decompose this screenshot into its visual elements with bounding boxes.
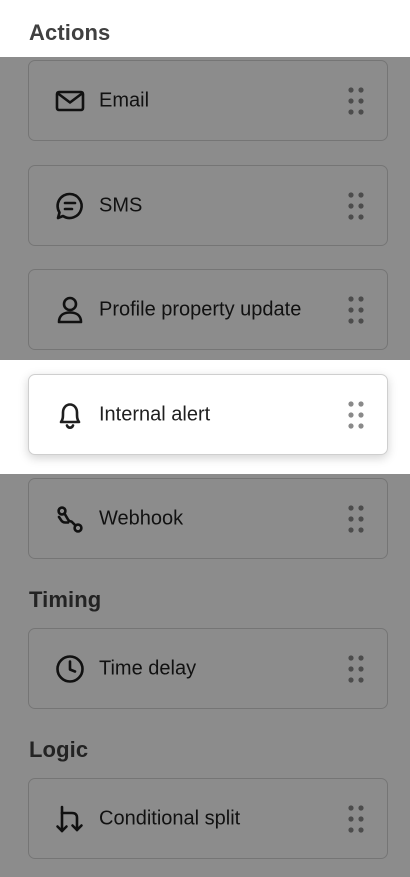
drag-handle-icon[interactable] <box>345 294 367 326</box>
action-item-sms[interactable]: SMS <box>28 165 388 246</box>
drag-handle-icon[interactable] <box>345 803 367 835</box>
drag-handle-icon[interactable] <box>345 190 367 222</box>
section-heading-logic: Logic <box>29 737 89 762</box>
action-item-label: Email <box>99 89 150 111</box>
action-item-label: Profile property update <box>99 298 302 320</box>
drag-handle-icon[interactable] <box>345 503 367 535</box>
logic-item-conditional-split[interactable]: Conditional split <box>28 778 388 859</box>
action-item-internal-alert[interactable]: Internal alert <box>28 374 388 455</box>
timing-item-time-delay[interactable]: Time delay <box>28 628 388 709</box>
chat-bubble-icon <box>53 189 87 223</box>
clock-icon <box>53 652 87 686</box>
action-item-webhook[interactable]: Webhook <box>28 478 388 559</box>
section-heading-actions: Actions <box>29 20 111 45</box>
person-icon <box>53 293 87 327</box>
action-item-label: SMS <box>99 194 143 216</box>
drag-handle-icon[interactable] <box>345 653 367 685</box>
split-arrows-icon <box>53 802 87 836</box>
action-item-label: Webhook <box>99 507 184 529</box>
section-heading-timing: Timing <box>29 587 102 612</box>
webhook-icon <box>53 502 87 536</box>
action-item-profile-property-update[interactable]: Profile property update <box>28 269 388 350</box>
action-item-email[interactable]: Email <box>28 60 388 141</box>
drag-handle-icon[interactable] <box>345 85 367 117</box>
envelope-icon <box>53 84 87 118</box>
action-item-label: Internal alert <box>99 403 211 425</box>
timing-item-label: Time delay <box>99 657 197 679</box>
logic-item-label: Conditional split <box>99 807 241 829</box>
drag-handle-icon[interactable] <box>345 399 367 431</box>
bell-icon <box>53 398 87 432</box>
